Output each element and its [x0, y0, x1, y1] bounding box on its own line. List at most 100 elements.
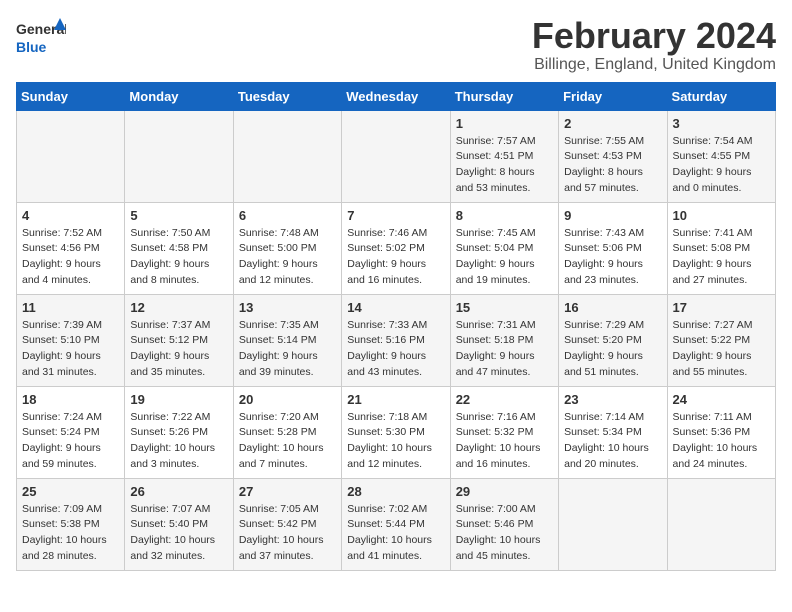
day-number: 9 [564, 208, 661, 223]
day-info: Sunrise: 7:37 AMSunset: 5:12 PMDaylight:… [130, 318, 227, 381]
calendar-cell: 3 Sunrise: 7:54 AMSunset: 4:55 PMDaylight… [667, 110, 775, 202]
calendar-cell [342, 110, 450, 202]
calendar-cell: 22Sunrise: 7:16 AMSunset: 5:32 PMDayligh… [450, 386, 558, 478]
week-row-2: 4 Sunrise: 7:52 AMSunset: 4:56 PMDaylight… [17, 202, 776, 294]
page-title: February 2024 [532, 16, 776, 56]
day-number: 3 [673, 116, 770, 131]
day-info: Sunrise: 7:48 AMSunset: 5:00 PMDaylight:… [239, 226, 336, 289]
day-info: Sunrise: 7:41 AMSunset: 5:08 PMDaylight:… [673, 226, 770, 289]
day-number: 12 [130, 300, 227, 315]
weekday-header-thursday: Thursday [450, 82, 558, 110]
svg-text:Blue: Blue [16, 39, 47, 55]
calendar-cell: 17 Sunrise: 7:27 AMSunset: 5:22 PMDayligh… [667, 294, 775, 386]
day-number: 5 [130, 208, 227, 223]
calendar-cell: 19 Sunrise: 7:22 AMSunset: 5:26 PMDayligh… [125, 386, 233, 478]
day-info: Sunrise: 7:09 AMSunset: 5:38 PMDaylight:… [22, 502, 119, 565]
day-info: Sunrise: 7:39 AMSunset: 5:10 PMDaylight:… [22, 318, 119, 381]
calendar-cell [667, 478, 775, 570]
calendar-cell: 10 Sunrise: 7:41 AMSunset: 5:08 PMDayligh… [667, 202, 775, 294]
day-number: 14 [347, 300, 444, 315]
day-number: 16 [564, 300, 661, 315]
calendar-cell: 9 Sunrise: 7:43 AMSunset: 5:06 PMDaylight… [559, 202, 667, 294]
day-info: Sunrise: 7:00 AMSunset: 5:46 PMDaylight:… [456, 502, 553, 565]
calendar-cell: 11 Sunrise: 7:39 AMSunset: 5:10 PMDayligh… [17, 294, 125, 386]
day-number: 15 [456, 300, 553, 315]
day-number: 11 [22, 300, 119, 315]
day-info: Sunrise: 7:52 AMSunset: 4:56 PMDaylight:… [22, 226, 119, 289]
weekday-header-saturday: Saturday [667, 82, 775, 110]
day-number: 18 [22, 392, 119, 407]
day-info: Sunrise: 7:16 AMSunset: 5:32 PMDaylight:… [456, 410, 553, 473]
calendar-cell: 13 Sunrise: 7:35 AMSunset: 5:14 PMDayligh… [233, 294, 341, 386]
day-number: 17 [673, 300, 770, 315]
calendar-cell: 25 Sunrise: 7:09 AMSunset: 5:38 PMDayligh… [17, 478, 125, 570]
calendar-cell: 23 Sunrise: 7:14 AMSunset: 5:34 PMDayligh… [559, 386, 667, 478]
day-number: 10 [673, 208, 770, 223]
day-number: 29 [456, 484, 553, 499]
calendar-cell: 21 Sunrise: 7:18 AMSunset: 5:30 PMDayligh… [342, 386, 450, 478]
weekday-header-row: SundayMondayTuesdayWednesdayThursdayFrid… [17, 82, 776, 110]
day-info: Sunrise: 7:50 AMSunset: 4:58 PMDaylight:… [130, 226, 227, 289]
header: General Blue February 2024 Billinge, Eng… [16, 16, 776, 74]
weekday-header-monday: Monday [125, 82, 233, 110]
day-number: 23 [564, 392, 661, 407]
day-info: Sunrise: 7:57 AMSunset: 4:51 PMDaylight:… [456, 134, 553, 197]
day-info: Sunrise: 7:45 AMSunset: 5:04 PMDaylight:… [456, 226, 553, 289]
calendar-cell: 27 Sunrise: 7:05 AMSunset: 5:42 PMDayligh… [233, 478, 341, 570]
day-info: Sunrise: 7:22 AMSunset: 5:26 PMDaylight:… [130, 410, 227, 473]
calendar-cell: 5 Sunrise: 7:50 AMSunset: 4:58 PMDaylight… [125, 202, 233, 294]
calendar-cell [559, 478, 667, 570]
day-number: 24 [673, 392, 770, 407]
calendar-cell: 26 Sunrise: 7:07 AMSunset: 5:40 PMDayligh… [125, 478, 233, 570]
day-info: Sunrise: 7:07 AMSunset: 5:40 PMDaylight:… [130, 502, 227, 565]
calendar-cell: 8Sunrise: 7:45 AMSunset: 5:04 PMDaylight… [450, 202, 558, 294]
day-number: 26 [130, 484, 227, 499]
day-info: Sunrise: 7:29 AMSunset: 5:20 PMDaylight:… [564, 318, 661, 381]
day-number: 6 [239, 208, 336, 223]
day-info: Sunrise: 7:05 AMSunset: 5:42 PMDaylight:… [239, 502, 336, 565]
day-info: Sunrise: 7:31 AMSunset: 5:18 PMDaylight:… [456, 318, 553, 381]
calendar-cell: 29 Sunrise: 7:00 AMSunset: 5:46 PMDayligh… [450, 478, 558, 570]
page-subtitle: Billinge, England, United Kingdom [532, 56, 776, 74]
day-number: 28 [347, 484, 444, 499]
calendar-cell: 14 Sunrise: 7:33 AMSunset: 5:16 PMDayligh… [342, 294, 450, 386]
day-number: 13 [239, 300, 336, 315]
day-number: 27 [239, 484, 336, 499]
day-number: 21 [347, 392, 444, 407]
day-number: 7 [347, 208, 444, 223]
day-info: Sunrise: 7:54 AMSunset: 4:55 PMDaylight:… [673, 134, 770, 197]
day-info: Sunrise: 7:18 AMSunset: 5:30 PMDaylight:… [347, 410, 444, 473]
day-number: 20 [239, 392, 336, 407]
calendar-cell: 4 Sunrise: 7:52 AMSunset: 4:56 PMDaylight… [17, 202, 125, 294]
day-info: Sunrise: 7:24 AMSunset: 5:24 PMDaylight:… [22, 410, 119, 473]
calendar-cell: 6 Sunrise: 7:48 AMSunset: 5:00 PMDaylight… [233, 202, 341, 294]
calendar-cell: 18 Sunrise: 7:24 AMSunset: 5:24 PMDayligh… [17, 386, 125, 478]
calendar-cell: 28 Sunrise: 7:02 AMSunset: 5:44 PMDayligh… [342, 478, 450, 570]
day-info: Sunrise: 7:55 AMSunset: 4:53 PMDaylight:… [564, 134, 661, 197]
day-info: Sunrise: 7:27 AMSunset: 5:22 PMDaylight:… [673, 318, 770, 381]
logo-svg: General Blue [16, 16, 66, 58]
calendar-cell: 12 Sunrise: 7:37 AMSunset: 5:12 PMDayligh… [125, 294, 233, 386]
calendar-cell: 15 Sunrise: 7:31 AMSunset: 5:18 PMDayligh… [450, 294, 558, 386]
day-info: Sunrise: 7:43 AMSunset: 5:06 PMDaylight:… [564, 226, 661, 289]
calendar-cell: 20 Sunrise: 7:20 AMSunset: 5:28 PMDayligh… [233, 386, 341, 478]
title-area: February 2024 Billinge, England, United … [532, 16, 776, 74]
calendar-cell: 7 Sunrise: 7:46 AMSunset: 5:02 PMDaylight… [342, 202, 450, 294]
day-number: 19 [130, 392, 227, 407]
week-row-1: 1 Sunrise: 7:57 AMSunset: 4:51 PMDaylight… [17, 110, 776, 202]
day-number: 1 [456, 116, 553, 131]
weekday-header-sunday: Sunday [17, 82, 125, 110]
day-number: 4 [22, 208, 119, 223]
calendar-cell [233, 110, 341, 202]
day-info: Sunrise: 7:14 AMSunset: 5:34 PMDaylight:… [564, 410, 661, 473]
day-info: Sunrise: 7:20 AMSunset: 5:28 PMDaylight:… [239, 410, 336, 473]
day-info: Sunrise: 7:11 AMSunset: 5:36 PMDaylight:… [673, 410, 770, 473]
day-info: Sunrise: 7:02 AMSunset: 5:44 PMDaylight:… [347, 502, 444, 565]
day-info: Sunrise: 7:33 AMSunset: 5:16 PMDaylight:… [347, 318, 444, 381]
day-info: Sunrise: 7:46 AMSunset: 5:02 PMDaylight:… [347, 226, 444, 289]
day-number: 25 [22, 484, 119, 499]
day-info: Sunrise: 7:35 AMSunset: 5:14 PMDaylight:… [239, 318, 336, 381]
calendar-table: SundayMondayTuesdayWednesdayThursdayFrid… [16, 82, 776, 571]
weekday-header-wednesday: Wednesday [342, 82, 450, 110]
week-row-4: 18 Sunrise: 7:24 AMSunset: 5:24 PMDayligh… [17, 386, 776, 478]
